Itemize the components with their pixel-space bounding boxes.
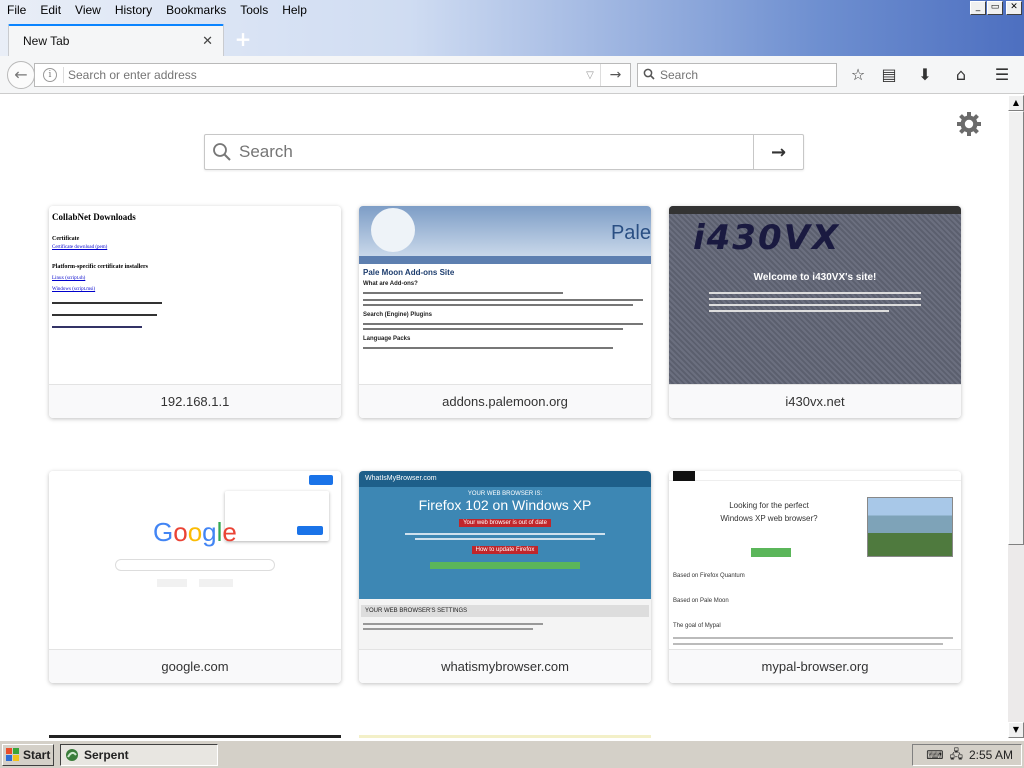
- thumb-text: Search (Engine) Plugins: [363, 312, 433, 318]
- search-icon: [638, 68, 660, 83]
- thumb-text: YOUR WEB BROWSER'S SETTINGS: [361, 605, 649, 617]
- tab-strip: New Tab ✕ +: [0, 22, 1024, 56]
- tile-thumbnail: CollabNet Downloads Certificate Certific…: [49, 206, 341, 384]
- menu-bookmarks[interactable]: Bookmarks: [159, 0, 233, 20]
- serpent-app-icon: [66, 749, 78, 761]
- new-tab-page: → CollabNet Downloads Certificate Certif…: [0, 95, 1008, 738]
- tile-label: google.com: [49, 649, 341, 683]
- thumb-text: The goal of Mypal: [673, 623, 721, 629]
- search-bar[interactable]: [637, 63, 837, 87]
- maximize-button[interactable]: ▭: [987, 1, 1003, 15]
- top-site-tile[interactable]: Looking for the perfect Windows XP web b…: [669, 471, 961, 683]
- tile-thumbnail: Looking for the perfect Windows XP web b…: [669, 471, 961, 649]
- new-tab-button[interactable]: +: [233, 29, 253, 49]
- scroll-down-icon[interactable]: ▼: [1008, 722, 1024, 738]
- thumb-text: Firefox 102 on Windows XP: [418, 497, 592, 513]
- bookmark-star-icon[interactable]: ☆: [847, 65, 869, 85]
- scroll-up-icon[interactable]: ▲: [1008, 95, 1024, 111]
- tab-title: New Tab: [23, 34, 70, 48]
- network-icon[interactable]: 🖧: [950, 745, 963, 766]
- info-icon[interactable]: i: [43, 68, 57, 82]
- search-input[interactable]: [660, 68, 836, 82]
- tile-label: addons.palemoon.org: [359, 384, 651, 418]
- menu-tools[interactable]: Tools: [233, 0, 275, 20]
- newtab-search-box[interactable]: →: [204, 134, 804, 170]
- menu-help[interactable]: Help: [275, 0, 314, 20]
- thumb-text: Based on Firefox Quantum: [673, 573, 745, 579]
- home-icon[interactable]: ⌂: [950, 65, 972, 85]
- thumb-text: How to update Firefox: [471, 546, 539, 554]
- thumb-text: Your web browser is out of date: [459, 519, 551, 527]
- title-bar: File Edit View History Bookmarks Tools H…: [0, 0, 1024, 56]
- newtab-search-input[interactable]: [239, 135, 753, 169]
- keyboard-icon[interactable]: ⌨: [926, 748, 943, 762]
- navigation-toolbar: ← i ▽ → ☆ ▤ ⬇ ⌂ ☰: [0, 56, 1024, 94]
- top-site-tile[interactable]: Pale Pale Moon Add-ons Site What are Add…: [359, 206, 651, 418]
- top-site-tile[interactable]: i430VX Welcome to i430VX's site! i430vx.…: [669, 206, 961, 418]
- thumb-text: Based on Pale Moon: [673, 598, 729, 604]
- system-tray: ⌨ 🖧 2:55 AM: [912, 744, 1022, 766]
- thumb-text: Windows (script.msi): [52, 287, 96, 292]
- menu-edit[interactable]: Edit: [33, 0, 68, 20]
- thumb-text: Looking for the perfect: [729, 501, 809, 510]
- window-controls: _ ▭ ✕: [970, 1, 1022, 15]
- tab-close-icon[interactable]: ✕: [202, 34, 213, 49]
- taskbar: Start Serpent ⌨ 🖧 2:55 AM: [0, 740, 1024, 768]
- history-dropdown-icon[interactable]: ▽: [580, 70, 600, 81]
- start-button[interactable]: Start: [2, 744, 54, 766]
- tile-label: 192.168.1.1: [49, 384, 341, 418]
- url-bar[interactable]: i ▽ →: [34, 63, 631, 87]
- top-site-tile[interactable]: CollabNet Downloads Certificate Certific…: [49, 206, 341, 418]
- hamburger-menu-icon[interactable]: ☰: [991, 65, 1013, 85]
- close-window-button[interactable]: ✕: [1006, 1, 1022, 15]
- menu-bar: File Edit View History Bookmarks Tools H…: [0, 0, 314, 20]
- tile-thumbnail: WhatIsMyBrowser.com YOUR WEB BROWSER IS:…: [359, 471, 651, 649]
- newtab-search-go-button[interactable]: →: [753, 135, 803, 169]
- url-input[interactable]: [63, 67, 580, 83]
- thumb-text: Certificate: [52, 236, 80, 242]
- menu-file[interactable]: File: [0, 0, 33, 20]
- thumb-text: Platform-specific certificate installers: [52, 264, 148, 270]
- back-button[interactable]: ←: [7, 61, 35, 89]
- taskbar-app-button[interactable]: Serpent: [60, 744, 218, 766]
- thumb-text: What are Add-ons?: [363, 281, 418, 287]
- thumb-text: Welcome to i430VX's site!: [753, 272, 877, 283]
- downloads-icon[interactable]: ⬇: [914, 65, 936, 85]
- library-icon[interactable]: ▤: [878, 65, 900, 85]
- thumb-text: i430VX: [693, 218, 841, 258]
- thumb-text: Pale: [610, 222, 651, 244]
- tile-thumbnail: i430VX Welcome to i430VX's site!: [669, 206, 961, 384]
- go-button[interactable]: →: [600, 64, 630, 86]
- tile-thumbnail: Pale Pale Moon Add-ons Site What are Add…: [359, 206, 651, 384]
- tab-new-tab[interactable]: New Tab ✕: [8, 24, 224, 56]
- menu-view[interactable]: View: [68, 0, 108, 20]
- taskbar-app-label: Serpent: [84, 748, 129, 762]
- thumb-text: Certificate download (pem): [52, 245, 108, 250]
- partial-tile-edge: [359, 735, 651, 738]
- scrollbar-thumb[interactable]: [1008, 111, 1024, 545]
- minimize-button[interactable]: _: [970, 1, 986, 15]
- thumb-text: YOUR WEB BROWSER IS:: [467, 491, 543, 497]
- thumb-text: Pale Moon Add-ons Site: [363, 268, 455, 277]
- google-logo: Google: [153, 517, 237, 547]
- thumb-text: WhatIsMyBrowser.com: [359, 471, 651, 487]
- thumb-text: Linux (script.sh): [52, 276, 86, 281]
- start-label: Start: [23, 748, 51, 762]
- clock[interactable]: 2:55 AM: [969, 748, 1013, 762]
- tile-label: mypal-browser.org: [669, 649, 961, 683]
- tile-label: i430vx.net: [669, 384, 961, 418]
- thumb-text: Language Packs: [363, 336, 411, 342]
- menu-history[interactable]: History: [108, 0, 159, 20]
- partial-tile-edge: [49, 735, 341, 738]
- top-site-tile[interactable]: WhatIsMyBrowser.com YOUR WEB BROWSER IS:…: [359, 471, 651, 683]
- top-site-tile[interactable]: Google google.com: [49, 471, 341, 683]
- thumb-text: CollabNet Downloads: [52, 212, 136, 222]
- vertical-scrollbar[interactable]: ▲ ▼: [1008, 95, 1024, 738]
- windows-logo-icon: [6, 748, 19, 761]
- gear-icon[interactable]: [955, 110, 983, 138]
- tile-thumbnail: Google: [49, 471, 341, 649]
- tile-label: whatismybrowser.com: [359, 649, 651, 683]
- thumb-text: Windows XP web browser?: [720, 514, 818, 523]
- search-icon: [205, 135, 239, 169]
